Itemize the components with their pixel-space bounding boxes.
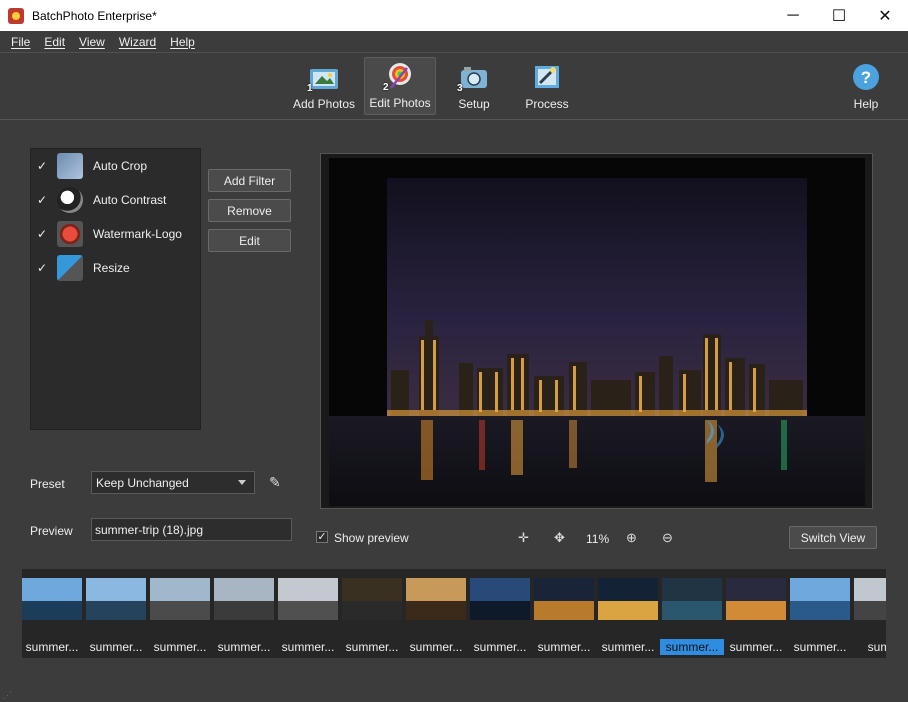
filter-checkbox-watermark-logo[interactable]: ✓ [37,228,49,240]
thumbnail-label[interactable]: summer... [22,639,84,655]
actual-size-icon[interactable]: ✥ [554,530,565,546]
minimize-button[interactable]: ─ [770,0,816,31]
filter-label: Auto Crop [93,159,148,173]
fit-to-window-icon[interactable]: ✛ [518,530,529,546]
thumbnail-label[interactable]: summ [852,639,886,655]
filter-row-resize[interactable]: ✓ Resize [31,251,200,285]
crop-icon [57,153,83,179]
thumbnail-label[interactable]: summer... [660,639,724,655]
thumbnail-label[interactable]: summer... [404,639,468,655]
zoom-out-icon[interactable]: ⊖ [662,530,673,546]
thumbnail-image[interactable] [278,578,338,620]
filter-list: ✓ Auto Crop ✓ Auto Contrast ✓ Watermark-… [30,148,201,430]
help-label: Help [853,97,879,111]
add-photos-label: Add Photos [292,97,356,111]
edit-photos-button[interactable]: 2 Edit Photos [364,57,436,115]
preview-filename: summer-trip (18).jpg [95,522,204,537]
filter-label: Resize [93,261,130,275]
contrast-icon [57,187,83,213]
thumbnail-image[interactable] [214,578,274,620]
thumbnail-label[interactable]: summer... [340,639,404,655]
thumbnail-strip[interactable]: summer... summer... summer... summer... summ… [22,569,886,658]
thumbnail-label[interactable]: summer... [788,639,852,655]
filter-row-watermark-logo[interactable]: ✓ Watermark-Logo [31,217,200,251]
thumbnail-image[interactable] [86,578,146,620]
maximize-button[interactable]: ☐ [816,0,862,31]
window-title: BatchPhoto Enterprise* [32,8,157,23]
preset-dropdown[interactable]: Keep Unchanged [91,471,255,494]
resize-grip-icon[interactable]: ⋰ [3,690,12,701]
add-photos-button[interactable]: 1 Add Photos [289,57,359,115]
edit-photos-icon: 2 [383,62,415,93]
thumbnail-label[interactable]: summer... [532,639,596,655]
switch-view-button[interactable]: Switch View [789,526,877,549]
filter-checkbox-auto-crop[interactable]: ✓ [37,160,49,172]
help-button[interactable]: ? Help [842,57,890,115]
chevron-down-icon [238,480,246,485]
menu-view[interactable]: View [72,35,112,49]
filter-checkbox-auto-contrast[interactable]: ✓ [37,194,49,206]
zoom-in-icon[interactable]: ⊕ [626,530,637,546]
edit-photos-label: Edit Photos [369,96,431,110]
app-logo-icon [8,7,24,24]
menu-bar: File Edit View Wizard Help [0,31,908,53]
thumbnail-image[interactable] [342,578,402,620]
thumbnail-label[interactable]: summer... [724,639,788,655]
thumbnail-label[interactable]: summer... [148,639,212,655]
filter-checkbox-resize[interactable]: ✓ [37,262,49,274]
filter-label: Auto Contrast [93,193,167,207]
setup-label: Setup [458,97,490,111]
filter-label: Watermark-Logo [93,227,182,241]
pencil-icon[interactable]: ✎ [269,474,281,491]
thumbnail-label[interactable]: summer... [212,639,276,655]
filter-row-auto-crop[interactable]: ✓ Auto Crop [31,149,200,183]
remove-filter-button[interactable]: Remove [208,199,291,222]
setup-button[interactable]: 3 Setup [446,57,502,115]
add-photos-icon: 1 [307,63,339,94]
zoom-level: 11% [586,532,610,546]
thumbnail-image[interactable] [662,578,722,620]
show-preview-label[interactable]: Show preview [334,531,409,545]
process-button[interactable]: Process [519,57,575,115]
close-button[interactable]: ✕ [862,0,908,31]
svg-text:?: ? [861,68,871,87]
thumbnail-image[interactable] [726,578,786,620]
thumbnail-image[interactable] [534,578,594,620]
thumbnail-image[interactable] [854,578,886,620]
thumbnail-image[interactable] [470,578,530,620]
watermark-icon [57,221,83,247]
title-bar: BatchPhoto Enterprise* ─ ☐ ✕ [0,0,908,31]
process-icon [532,63,562,91]
thumbnail-image[interactable] [790,578,850,620]
preview-label: Preview [30,524,73,538]
thumbnail-label[interactable]: summer... [276,639,340,655]
menu-file[interactable]: File [4,35,37,49]
setup-icon: 3 [457,63,489,94]
menu-wizard[interactable]: Wizard [112,35,163,49]
thumbnail-image[interactable] [598,578,658,620]
thumbnail-label[interactable]: summer... [84,639,148,655]
preview-panel [320,153,873,509]
thumbnail-image[interactable] [406,578,466,620]
resize-icon [57,255,83,281]
process-label: Process [525,97,569,111]
wizard-toolbar: 1 Add Photos 2 Edit Photos 3 Setup Proce… [0,54,908,120]
help-icon: ? [851,63,881,91]
add-filter-button[interactable]: Add Filter [208,169,291,192]
preset-label: Preset [30,477,65,491]
menu-help[interactable]: Help [163,35,202,49]
preview-image [329,158,865,506]
menu-edit[interactable]: Edit [37,35,72,49]
preview-filename-field[interactable]: summer-trip (18).jpg [91,518,292,541]
show-preview-checkbox[interactable]: ✓ [316,531,328,543]
thumbnail-image[interactable] [22,578,82,620]
thumbnail-image[interactable] [150,578,210,620]
thumbnail-label[interactable]: summer... [468,639,532,655]
edit-filter-button[interactable]: Edit [208,229,291,252]
filter-row-auto-contrast[interactable]: ✓ Auto Contrast [31,183,200,217]
thumbnail-label[interactable]: summer... [596,639,660,655]
preset-value: Keep Unchanged [96,475,189,490]
